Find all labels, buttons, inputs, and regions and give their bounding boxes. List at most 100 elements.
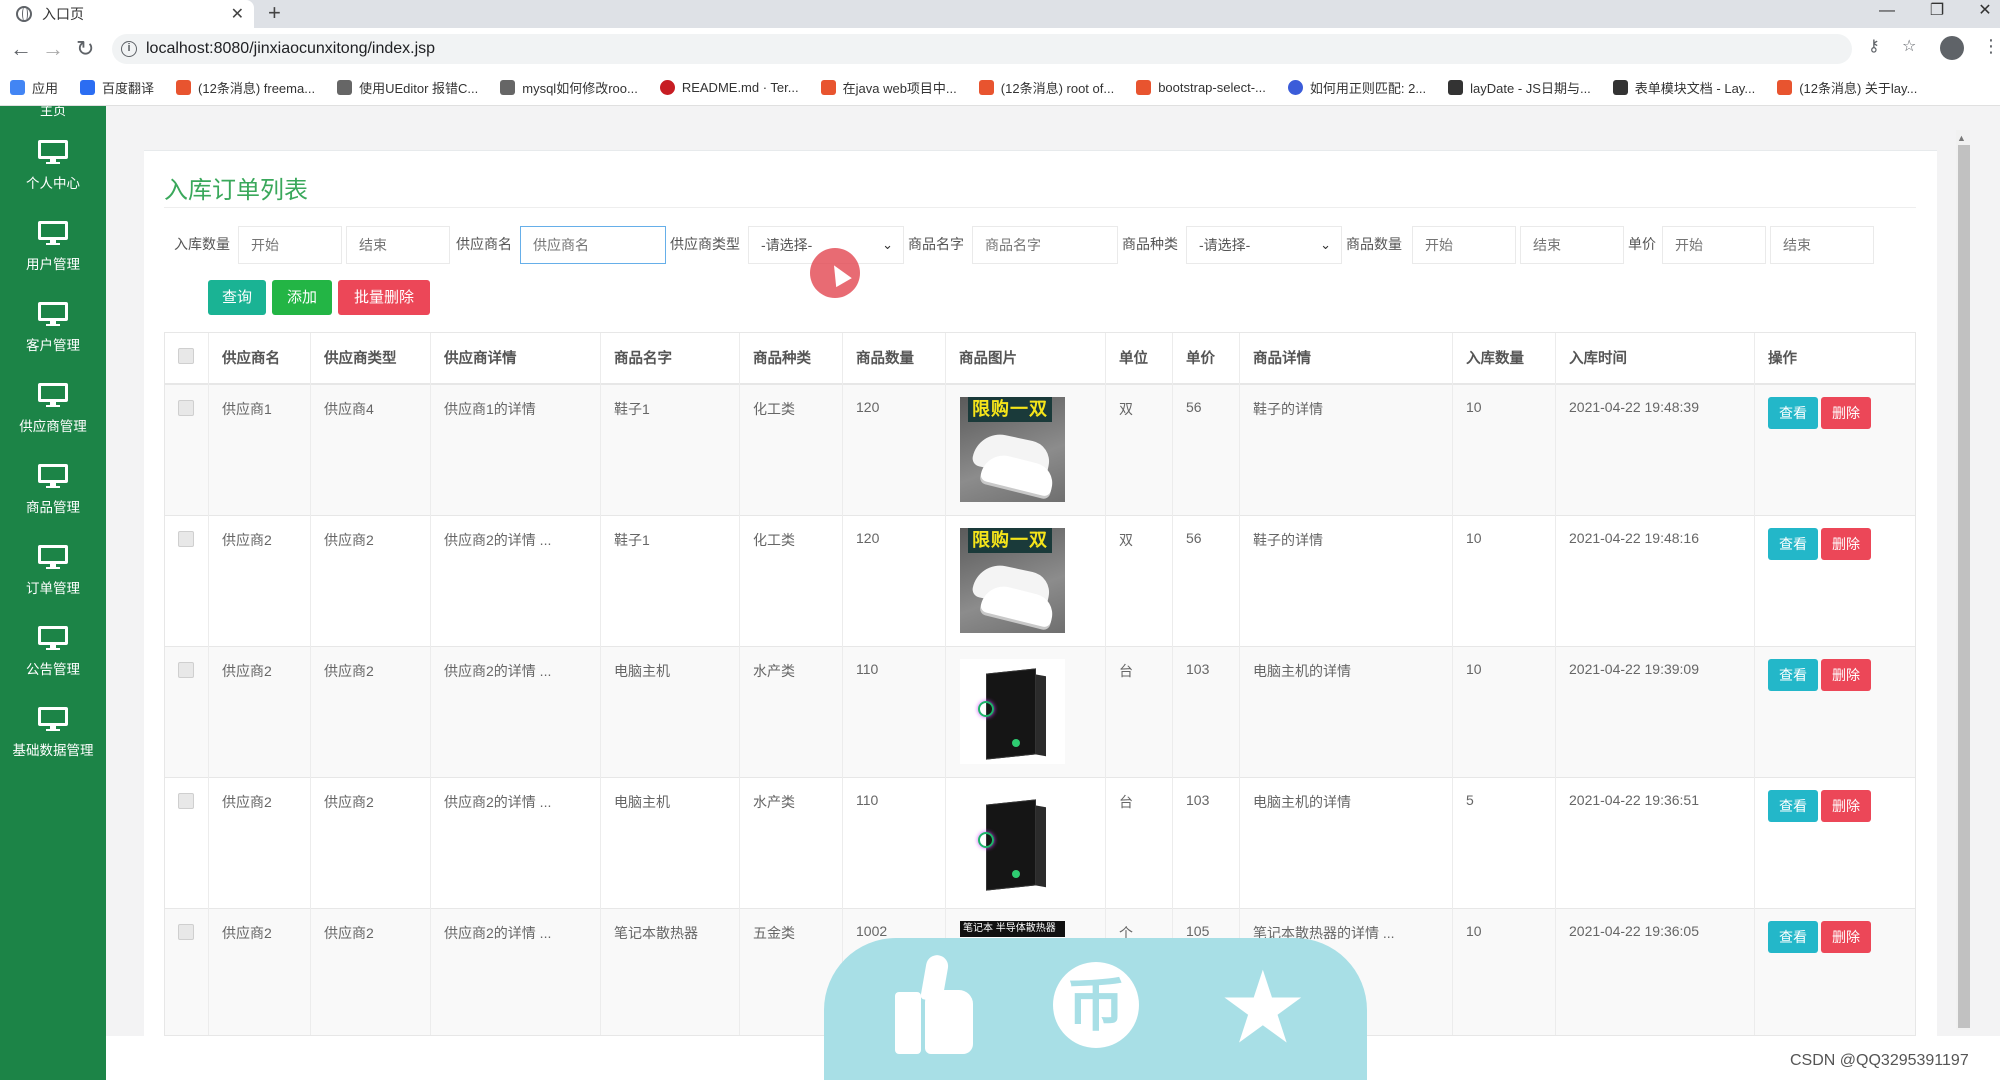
bookmark-item[interactable]: (12条消息) root of... [978,78,1114,97]
cell-ops: 查看 删除 [1755,647,1915,778]
view-button[interactable]: 查看 [1768,921,1818,953]
site-info-icon[interactable]: i [121,41,137,57]
bookmark-star-icon[interactable]: ☆ [1902,36,1916,56]
cell-goods-name: 电脑主机 [601,647,740,778]
sidebar-item-personal-center[interactable]: 个人中心 [0,140,106,192]
bookmark-item[interactable]: README.md · Ter... [659,80,799,95]
in-qty-start-input[interactable] [238,226,342,264]
batch-delete-button[interactable]: 批量删除 [338,280,430,315]
table-row: 供应商1 供应商4 供应商1的详情 鞋子1 化工类 120 限购一双 双 56 … [165,385,1915,516]
goods-image[interactable] [960,790,1065,895]
bookmark-label: 应用 [32,81,59,96]
view-button[interactable]: 查看 [1768,397,1818,429]
sidebar-item-orders[interactable]: 订单管理 [0,545,106,597]
sidebar-item-suppliers[interactable]: 供应商管理 [0,383,106,435]
restore-icon[interactable]: ❐ [1914,0,1960,28]
cell-goods-qty: 110 [843,647,946,778]
bookmark-item[interactable]: bootstrap-select-... [1136,80,1266,95]
minimize-icon[interactable]: — [1864,0,1910,28]
goods-qty-end-input[interactable] [1520,226,1624,264]
sidebar-item-label: 用户管理 [26,257,80,272]
window-close-icon[interactable]: ✕ [1962,0,2000,28]
row-checkbox[interactable] [178,924,194,940]
watermark: CSDN @QQ3295391197 [1790,1052,1969,1069]
cell-goods-image [946,647,1106,778]
cell-supplier-name: 供应商2 [209,516,311,647]
sidebar-item-basic-data[interactable]: 基础数据管理 [0,707,106,759]
add-button[interactable]: 添加 [272,280,332,315]
url-text[interactable]: localhost:8080/jinxiaocunxitong/index.js… [146,34,435,64]
bookmark-label: (12条消息) freema... [198,81,316,96]
goods-image[interactable]: 限购一双 [960,528,1065,633]
bookmark-item[interactable]: 如何用正则匹配: 2... [1287,78,1426,97]
scrollbar-thumb[interactable] [1958,145,1970,1028]
price-start-input[interactable] [1662,226,1766,264]
bookmark-item[interactable]: (12条消息) 关于lay... [1777,78,1917,97]
delete-button[interactable]: 删除 [1821,790,1871,822]
browser-tab[interactable]: 入口页 ✕ [0,0,254,28]
coin-icon[interactable]: 币 [1053,962,1139,1048]
cell-supplier-type: 供应商2 [311,647,431,778]
bookmark-item[interactable]: 表单模块文档 - Lay... [1612,78,1756,97]
row-checkbox[interactable] [178,793,194,809]
bookmark-item[interactable]: 百度翻译 [80,78,154,97]
goods-image[interactable]: 限购一双 [960,397,1065,502]
profile-avatar[interactable] [1940,36,1964,60]
row-checkbox[interactable] [178,400,194,416]
supplier-name-input[interactable] [520,226,666,264]
in-qty-end-input[interactable] [346,226,450,264]
tab-close-icon[interactable]: ✕ [231,4,244,24]
cell-supplier-type: 供应商2 [311,778,431,909]
bookmark-item[interactable]: (12条消息) freema... [176,78,315,97]
cell-goods-kind: 水产类 [740,647,843,778]
bookmark-item[interactable]: 在java web项目中... [820,78,957,97]
bookmark-item[interactable]: mysql如何修改roo... [500,78,638,97]
sidebar-item-label: 客户管理 [26,338,80,353]
select-all-checkbox[interactable] [178,348,194,364]
price-end-input[interactable] [1770,226,1874,264]
sidebar-item-users[interactable]: 用户管理 [0,221,106,273]
goods-name-label: 商品名字 [908,236,964,252]
cell-supplier-detail: 供应商2的详情 ... [431,516,601,647]
star-icon[interactable]: ★ [1218,958,1308,1058]
scroll-up-icon[interactable]: ▲ [1957,133,1966,143]
new-tab-icon[interactable]: + [268,0,281,28]
goods-image[interactable] [960,659,1065,764]
view-button[interactable]: 查看 [1768,790,1818,822]
forward-icon[interactable]: → [42,36,64,62]
monitor-icon [38,221,68,245]
delete-button[interactable]: 删除 [1821,659,1871,691]
bookmark-item[interactable]: layDate - JS日期与... [1448,78,1591,97]
checkbox-cell [165,516,209,647]
page-title: 入库订单列表 [164,177,308,204]
query-button[interactable]: 查询 [208,280,266,315]
reload-icon[interactable]: ↻ [76,36,94,62]
header-unit: 单位 [1106,333,1173,385]
bookmark-label: 表单模块文档 - Lay... [1634,81,1756,96]
goods-kind-select[interactable]: -请选择- ⌄ [1186,226,1342,264]
back-icon[interactable]: ← [10,36,32,62]
csdn-icon [820,80,836,95]
page-icon [337,80,353,95]
omnibox[interactable]: i localhost:8080/jinxiaocunxitong/index.… [112,34,1852,64]
bookmark-item[interactable]: 应用 [10,78,58,97]
browser-tab-strip: 入口页 ✕ + — ❐ ✕ [0,0,2000,28]
delete-button[interactable]: 删除 [1821,397,1871,429]
bookmark-item[interactable]: 使用UEditor 报错C... [337,78,478,97]
row-checkbox[interactable] [178,531,194,547]
menu-icon[interactable]: ⋮ [1982,34,2000,58]
sidebar-item-notices[interactable]: 公告管理 [0,626,106,678]
row-checkbox[interactable] [178,662,194,678]
key-icon[interactable]: ⚷ [1868,36,1880,56]
cell-goods-name: 鞋子1 [601,385,740,516]
view-button[interactable]: 查看 [1768,659,1818,691]
sidebar-item-goods[interactable]: 商品管理 [0,464,106,516]
delete-button[interactable]: 删除 [1821,528,1871,560]
sidebar-item-home[interactable]: 主页 [0,106,106,119]
cell-ops: 查看 删除 [1755,385,1915,516]
delete-button[interactable]: 删除 [1821,921,1871,953]
view-button[interactable]: 查看 [1768,528,1818,560]
goods-name-input[interactable] [972,226,1118,264]
goods-qty-start-input[interactable] [1412,226,1516,264]
sidebar-item-customers[interactable]: 客户管理 [0,302,106,354]
